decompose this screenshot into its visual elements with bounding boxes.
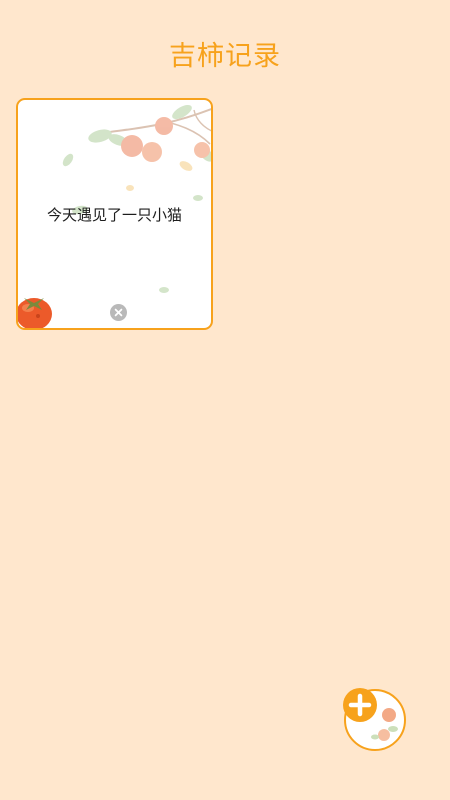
delete-note-button[interactable] bbox=[110, 304, 127, 321]
page-title: 吉柿记录 bbox=[169, 41, 281, 72]
plus-circle-icon bbox=[343, 688, 406, 751]
note-card[interactable]: 今天遇见了一只小猫 bbox=[16, 98, 213, 330]
close-icon bbox=[114, 308, 123, 317]
note-text: 今天遇见了一只小猫 bbox=[46, 206, 182, 224]
add-note-button[interactable] bbox=[341, 687, 407, 753]
